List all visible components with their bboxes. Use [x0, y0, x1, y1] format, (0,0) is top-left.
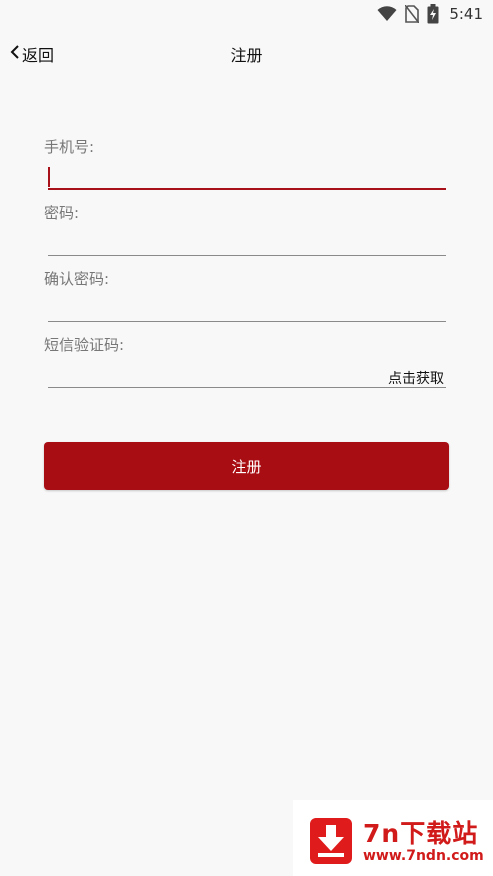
- battery-charging-icon: [427, 4, 439, 24]
- text-caret: [48, 167, 50, 187]
- page-title: 注册: [230, 46, 263, 65]
- confirm-password-field: 确认密码:: [44, 252, 446, 322]
- register-form: 手机号: 密码: 确认密码: 短信验证码: 点击获取: [44, 120, 446, 388]
- watermark-title: 7n下载站: [363, 819, 479, 848]
- sms-code-field: 短信验证码: 点击获取: [44, 318, 446, 388]
- register-button[interactable]: 注册: [44, 442, 449, 490]
- password-field: 密码:: [44, 186, 446, 256]
- watermark: 7n下载站 www.7ndn.com: [293, 800, 493, 876]
- register-screen: 5:41 返回 注册 手机号: 密码: 确认密码: 短信验证码: 点击获取 注册…: [0, 0, 493, 876]
- nav-bar: 返回 注册: [0, 36, 493, 72]
- status-bar: 5:41: [0, 0, 493, 28]
- watermark-url: www.7ndn.com: [363, 848, 484, 864]
- download-arrow-icon: [310, 818, 352, 864]
- get-code-button[interactable]: 点击获取: [388, 368, 444, 388]
- password-label: 密码:: [44, 204, 80, 222]
- sms-code-input[interactable]: [48, 362, 446, 388]
- phone-field: 手机号:: [44, 120, 446, 190]
- phone-label: 手机号:: [44, 138, 95, 156]
- confirm-password-label: 确认密码:: [44, 270, 110, 288]
- sms-code-label: 短信验证码:: [44, 336, 125, 354]
- status-time: 5:41: [449, 5, 483, 23]
- no-sim-icon: [405, 5, 420, 23]
- wifi-icon: [377, 6, 397, 22]
